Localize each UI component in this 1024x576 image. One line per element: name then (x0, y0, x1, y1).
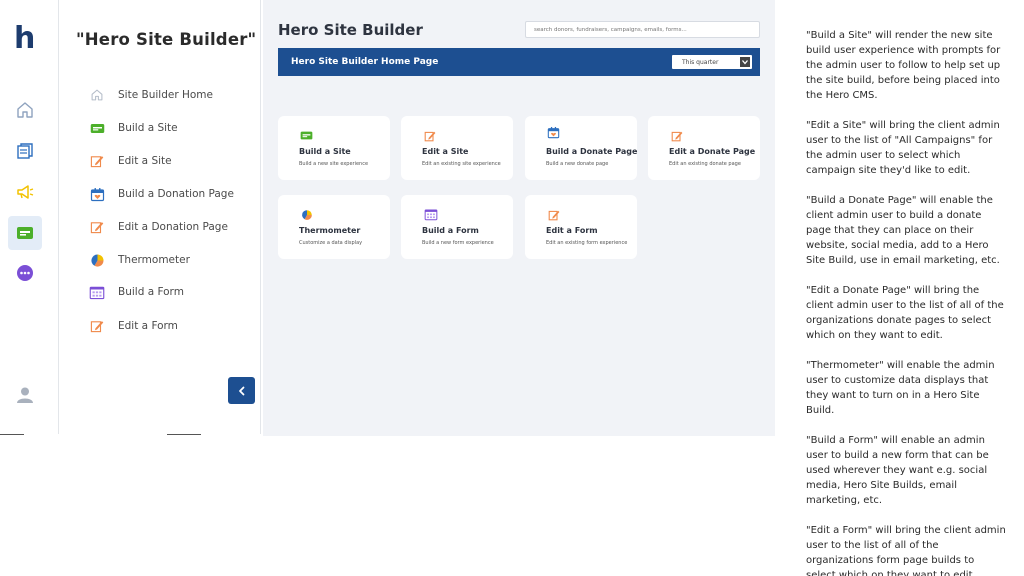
card-thermometer[interactable]: Thermometer Customize a data display (278, 195, 390, 259)
menu-item-build-a-site[interactable]: Build a Site (89, 118, 178, 138)
edit-icon (90, 222, 104, 234)
divider (0, 434, 24, 435)
more-icon (17, 265, 33, 281)
note-build-a-site: "Build a Site" will render the new site … (806, 30, 1001, 101)
note-thermometer: "Thermometer" will enable the admin user… (806, 360, 995, 416)
card-subtitle: Build a new site experience (299, 161, 369, 167)
card-title: Build a Donate Page (546, 147, 638, 156)
note-build-a-form: "Build a Form" will enable an admin user… (806, 435, 989, 506)
site-card-icon (17, 227, 33, 239)
card-subtitle: Customize a data display (299, 240, 363, 246)
card-title: Thermometer (299, 226, 361, 235)
chevron-down-icon (740, 57, 750, 67)
note-edit-a-donate-page: "Edit a Donate Page" will bring the clie… (806, 285, 1004, 341)
rail-pages-button[interactable] (8, 134, 42, 168)
main-content: Hero Site Builder Hero Site Builder Home… (263, 0, 775, 436)
card-edit-a-site[interactable]: Edit a Site Edit an existing site experi… (401, 116, 513, 180)
edit-icon (90, 156, 104, 168)
form-icon (89, 286, 105, 299)
home-page-banner: Hero Site Builder Home Page This quarter (278, 48, 760, 76)
card-title: Build a Form (422, 226, 479, 235)
menu-item-label: Edit a Site (118, 155, 172, 167)
page-title: Hero Site Builder (278, 21, 423, 39)
card-title: Edit a Site (422, 147, 469, 156)
divider (167, 434, 201, 435)
rail-more-button[interactable] (8, 256, 42, 290)
card-subtitle: Build a new donate page (546, 161, 609, 167)
card-title: Build a Site (299, 147, 351, 156)
donate-page-icon (547, 126, 560, 139)
menu-item-label: Build a Form (118, 286, 184, 298)
note-edit-a-site: "Edit a Site" will bring the client admi… (806, 120, 1000, 176)
feature-notes: "Build a Site" will render the new site … (806, 28, 1006, 576)
thermometer-icon (301, 209, 312, 220)
edit-icon (90, 321, 104, 333)
period-select-value: This quarter (682, 58, 719, 66)
menu-title: "Hero Site Builder" (76, 30, 257, 49)
banner-title: Hero Site Builder Home Page (291, 57, 439, 67)
menu-item-label: Edit a Form (118, 320, 178, 332)
card-title: Edit a Form (546, 226, 598, 235)
site-card-icon (90, 123, 104, 133)
chevron-left-icon (238, 386, 244, 395)
rail-campaigns-button[interactable] (8, 175, 42, 209)
card-subtitle: Edit an existing site experience (422, 161, 501, 167)
site-card-icon (300, 131, 313, 140)
hero-logo[interactable]: h (14, 24, 35, 54)
menu-item-thermometer[interactable]: Thermometer (89, 250, 190, 270)
form-icon (424, 209, 438, 221)
edit-icon (424, 131, 435, 141)
menu-item-label: Site Builder Home (118, 89, 213, 101)
menu-item-build-a-donation-page[interactable]: Build a Donation Page (89, 184, 234, 204)
megaphone-icon (17, 185, 34, 199)
card-edit-a-form[interactable]: Edit a Form Edit an existing form experi… (525, 195, 637, 259)
edit-icon (548, 210, 559, 220)
icon-rail: h (0, 0, 59, 434)
user-icon (17, 387, 33, 403)
app-root: h "Hero Site Builder" Site Builder Home … (0, 0, 1024, 576)
collapse-menu-button[interactable] (228, 377, 255, 404)
menu-item-label: Build a Donation Page (118, 188, 234, 200)
edit-icon (671, 131, 682, 141)
card-build-a-form[interactable]: Build a Form Build a new form experience (401, 195, 513, 259)
site-builder-menu: "Hero Site Builder" Site Builder Home Bu… (59, 0, 261, 434)
period-select[interactable]: This quarter (672, 55, 752, 69)
card-subtitle: Edit an existing donate page (669, 161, 741, 167)
note-edit-a-form: "Edit a Form" will bring the client admi… (806, 525, 1006, 576)
menu-item-label: Build a Site (118, 122, 178, 134)
menu-item-edit-a-site[interactable]: Edit a Site (89, 151, 172, 171)
pages-icon (17, 143, 33, 159)
rail-home-button[interactable] (8, 93, 42, 127)
card-build-a-donate-page[interactable]: Build a Donate Page Build a new donate p… (525, 116, 637, 180)
card-title: Edit a Donate Page (669, 147, 756, 156)
home-icon (17, 102, 33, 118)
search-input[interactable] (525, 21, 760, 38)
menu-item-edit-a-form[interactable]: Edit a Form (89, 316, 178, 336)
donate-page-icon (90, 187, 104, 201)
home-icon (91, 89, 103, 101)
rail-profile-button[interactable] (8, 378, 42, 412)
rail-site-builder-button[interactable] (8, 216, 42, 250)
thermometer-icon (90, 253, 104, 267)
menu-item-label: Edit a Donation Page (118, 221, 228, 233)
card-build-a-site[interactable]: Build a Site Build a new site experience (278, 116, 390, 180)
card-subtitle: Build a new form experience (422, 240, 494, 246)
menu-item-label: Thermometer (118, 254, 190, 266)
card-subtitle: Edit an existing form experience (546, 240, 628, 246)
card-edit-a-donate-page[interactable]: Edit a Donate Page Edit an existing dona… (648, 116, 760, 180)
menu-item-build-a-form[interactable]: Build a Form (89, 282, 184, 302)
menu-item-edit-a-donation-page[interactable]: Edit a Donation Page (89, 217, 228, 237)
note-build-a-donate-page: "Build a Donate Page" will enable the cl… (806, 195, 1000, 266)
menu-item-site-builder-home[interactable]: Site Builder Home (89, 85, 213, 105)
